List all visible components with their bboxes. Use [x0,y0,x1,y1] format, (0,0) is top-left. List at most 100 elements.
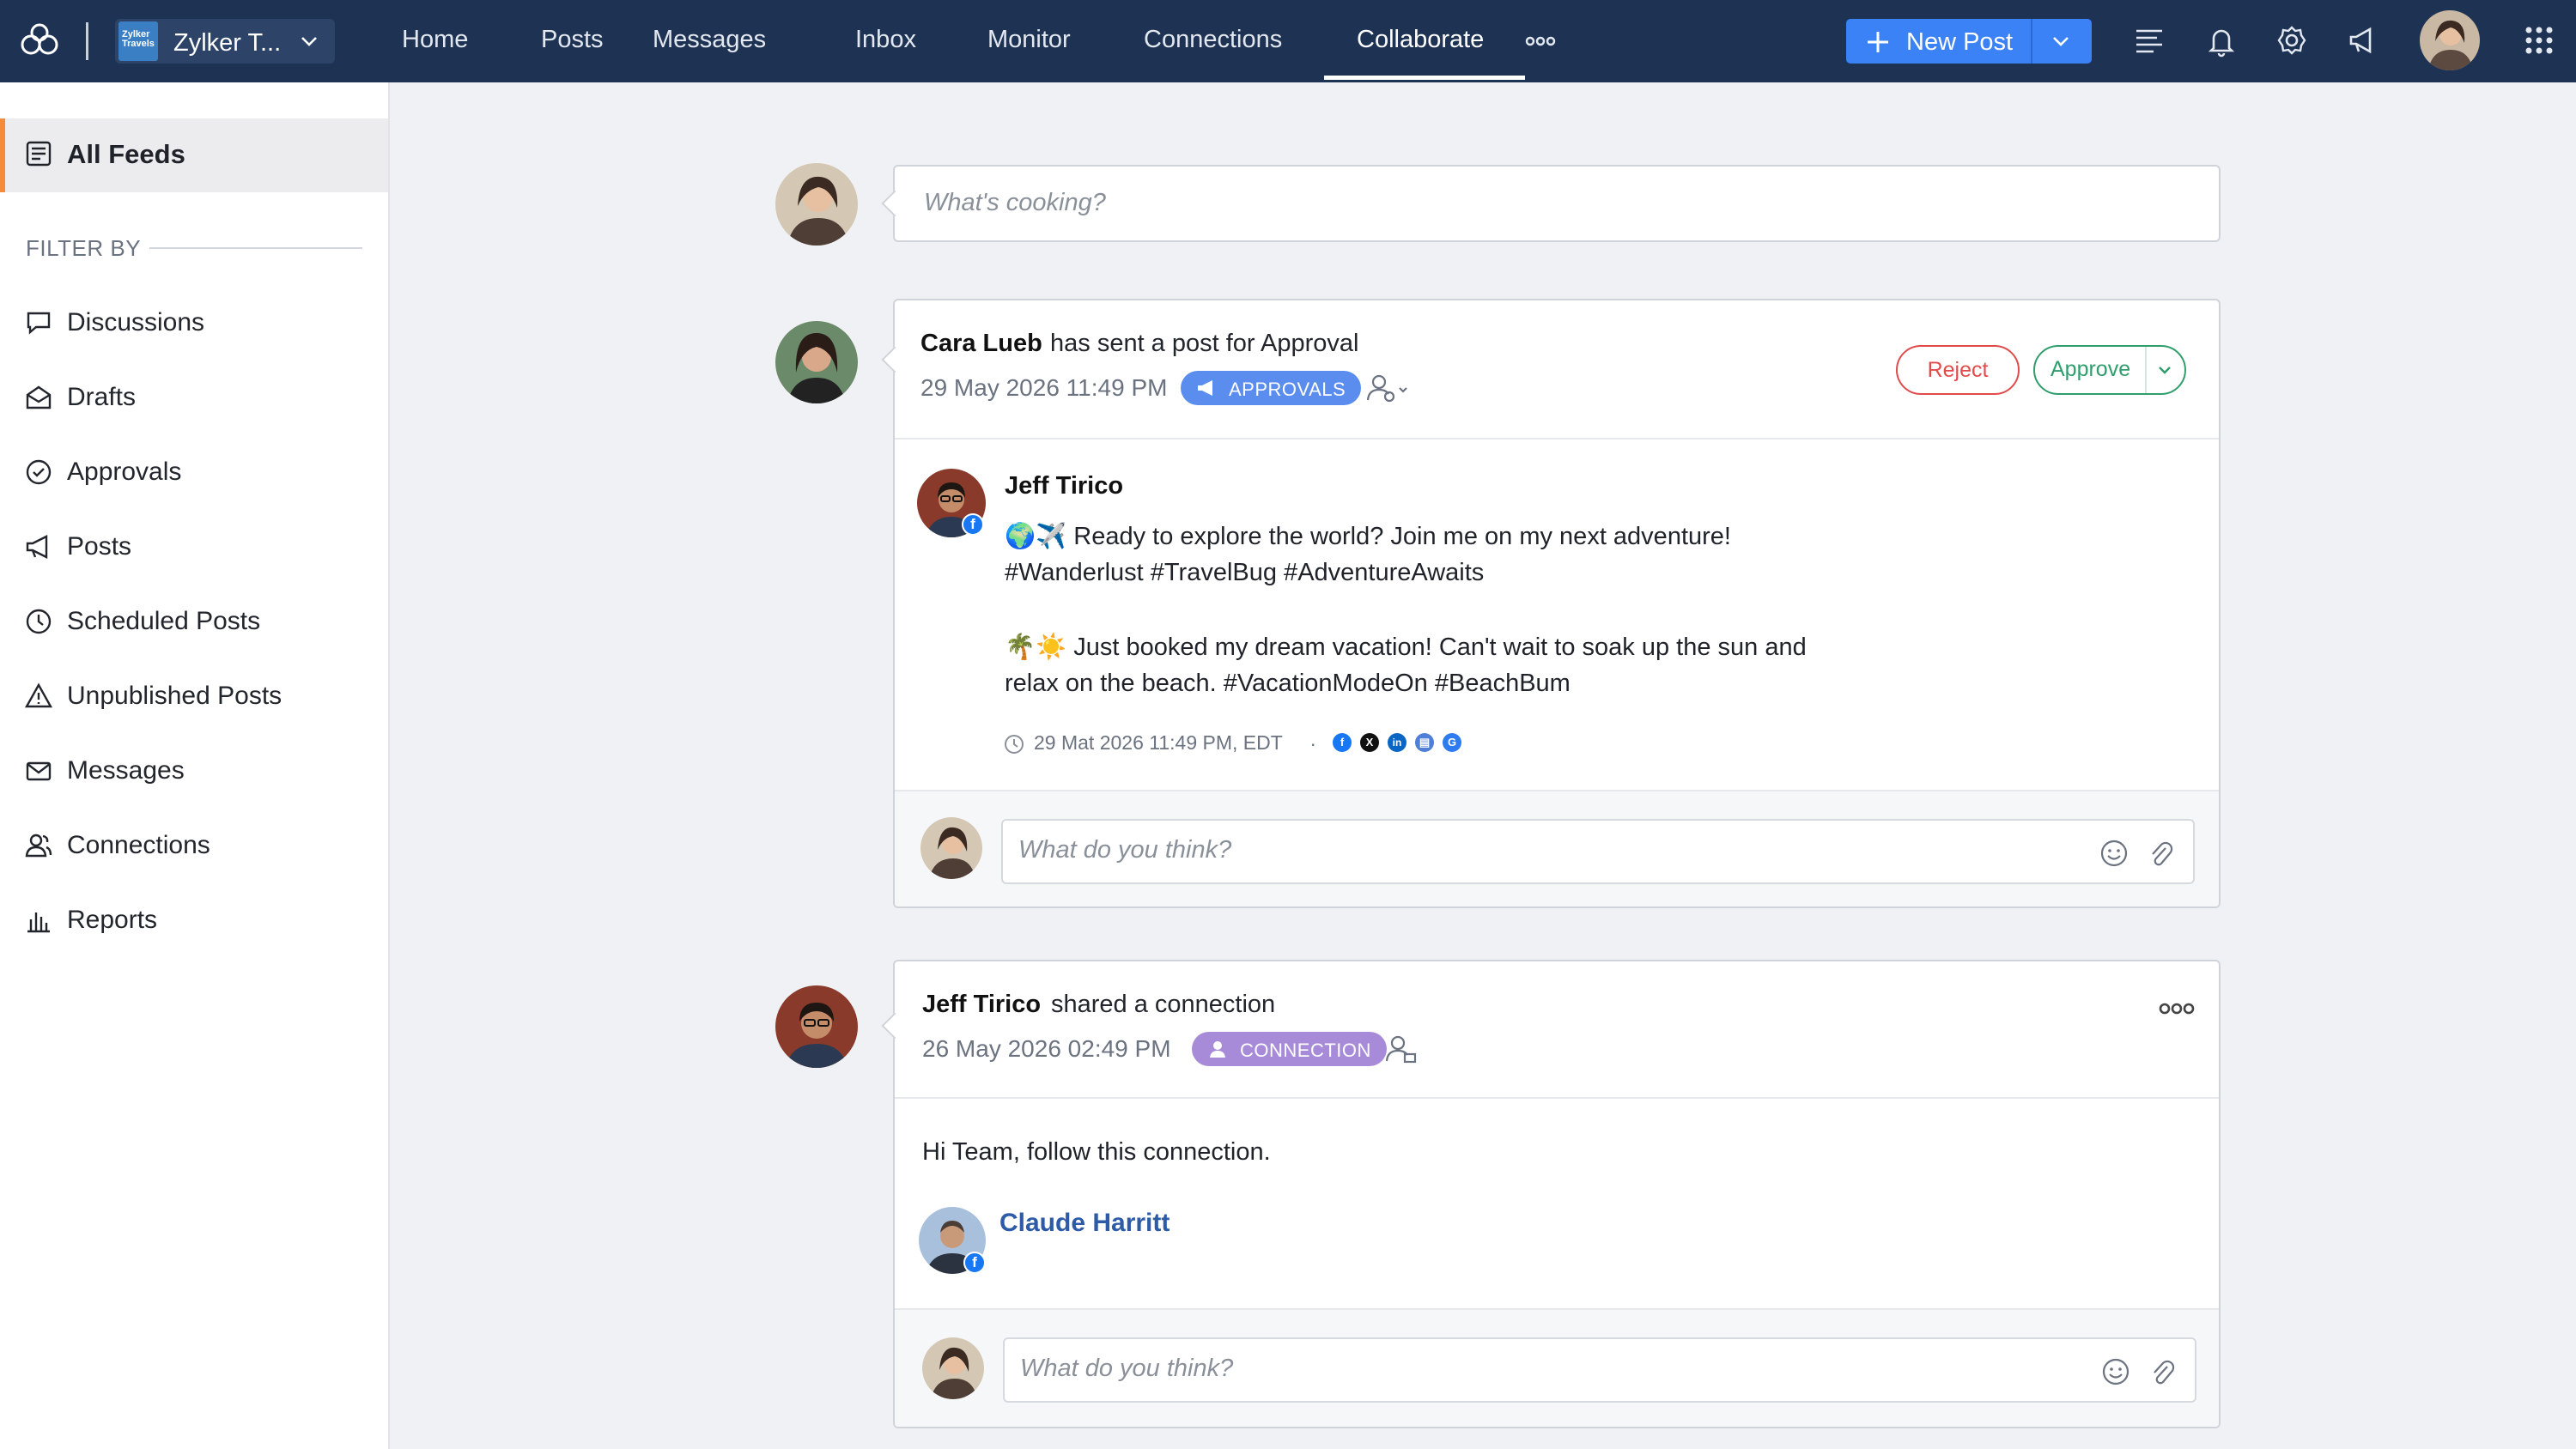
attachment-icon[interactable] [2145,838,2176,869]
bar-chart-icon [27,912,50,933]
approve-button[interactable]: Approve [2033,345,2186,395]
reject-button[interactable]: Reject [1896,345,2020,395]
meta-separator: . [1310,728,1316,750]
nav-inbox[interactable]: Inbox [855,26,916,54]
sidebar-item-label: Unpublished Posts [67,682,283,710]
author-avatar[interactable] [775,985,858,1068]
sidebar-item-approvals[interactable]: Approvals [0,445,388,496]
tag-label: CONNECTION [1240,1040,1371,1061]
new-post-button[interactable]: New Post [1846,19,2092,64]
sidebar-item-discussions[interactable]: Discussions [0,295,388,347]
comment-input[interactable]: What do you think? [1003,1337,2196,1403]
user-avatar-image [2420,10,2480,70]
author-avatar[interactable] [775,321,858,403]
envelope-icon [26,761,52,781]
nav-connections[interactable]: Connections [1144,26,1282,54]
post-text-line: #Wanderlust #TravelBug #AdventureAwaits [1005,559,1485,586]
author-name[interactable]: Jeff Tirico [922,991,1041,1019]
google-icon: G [1443,733,1461,752]
megaphone-icon [26,535,48,559]
active-tab-indicator [1324,76,1525,80]
facebook-badge-icon: f [962,513,984,536]
nav-monitor[interactable]: Monitor [987,26,1071,54]
comment-section: What do you think? [895,790,2219,906]
author-avatar-image [775,321,858,403]
more-options-icon[interactable] [2157,999,2196,1018]
author-avatar-image [775,985,858,1068]
bell-icon[interactable] [2203,22,2239,58]
card-divider [895,1097,2219,1099]
new-post-divider [2031,19,2032,64]
connection-tag: CONNECTION [1192,1032,1387,1066]
compose-placeholder: What's cooking? [924,189,1106,216]
sidebar-item-label: Reports [67,906,158,934]
more-nav-icon[interactable] [1523,33,1558,50]
connection-card: Jeff Tirico shared a connection 26 May 2… [893,960,2221,1428]
sidebar-item-connections[interactable]: Connections [0,818,388,870]
activity-text: shared a connection [1051,991,1276,1018]
commenter-avatar [922,1337,984,1399]
sidebar-item-unpublished-posts[interactable]: Unpublished Posts [0,669,388,720]
feed-icon [26,141,52,167]
post-text-line: 🌍✈️ Ready to explore the world? Join me … [1005,523,1731,550]
post-author-name[interactable]: Jeff Tirico [1005,472,1123,500]
user-avatar[interactable] [2420,10,2480,70]
drafts-icon [26,385,52,409]
commenter-avatar-image [922,1337,984,1399]
connection-name-link[interactable]: Claude Harritt [999,1209,1170,1238]
filter-by-heading: FILTER BY [26,235,142,261]
sidebar-item-label: All Feeds [67,139,185,169]
sidebar-item-label: Messages [67,756,185,785]
check-circle-icon [26,459,52,485]
x-icon: X [1360,733,1379,752]
post-text-line: relax on the beach. #VacationModeOn #Bea… [1005,670,1571,697]
emoji-icon[interactable] [2100,1356,2131,1387]
post-timestamp: 29 May 2026 11:49 PM [920,374,1168,401]
sidebar-item-scheduled-posts[interactable]: Scheduled Posts [0,594,388,646]
author-name[interactable]: Cara Lueb [920,330,1042,358]
compose-post-box[interactable]: What's cooking? [893,165,2221,242]
people-icon [25,834,52,858]
people-icon[interactable] [1384,1034,1419,1064]
current-user-avatar[interactable] [775,163,858,246]
nav-home[interactable]: Home [402,26,468,54]
sidebar-item-label: Scheduled Posts [67,607,261,635]
sidebar-item-reports[interactable]: Reports [0,893,388,944]
sidebar-item-messages[interactable]: Messages [0,743,388,795]
tag-label: APPROVALS [1229,379,1346,400]
attachment-icon[interactable] [2147,1356,2178,1387]
approvals-tag: APPROVALS [1181,371,1362,405]
person-icon [1210,1041,1225,1058]
app-logo-icon[interactable] [17,19,62,64]
comment-input[interactable]: What do you think? [1001,819,2195,884]
brand-switcher[interactable]: Zylker Travels Zylker T... [115,19,335,64]
sidebar-item-all-feeds[interactable]: All Feeds [0,118,388,192]
chevron-down-icon[interactable] [2154,359,2176,381]
emoji-icon[interactable] [2099,838,2129,869]
nav-posts[interactable]: Posts [541,26,604,54]
list-menu-icon[interactable] [2131,22,2167,58]
nav-collaborate[interactable]: Collaborate [1357,26,1484,54]
google-business-icon: ▤ [1415,733,1434,752]
assignee-dropdown-icon[interactable] [1365,373,1410,403]
sidebar-item-label: Connections [67,831,210,859]
reject-label: Reject [1927,358,1989,382]
linkedin-icon: in [1388,733,1406,752]
sidebar-item-drafts[interactable]: Drafts [0,370,388,421]
gear-icon[interactable] [2274,22,2310,58]
commenter-avatar [920,817,982,879]
nav-messages[interactable]: Messages [653,26,766,54]
sidebar-item-label: Discussions [67,308,205,336]
approve-divider [2145,347,2147,393]
approve-label: Approve [2050,357,2131,381]
sidebar-item-posts[interactable]: Posts [0,519,388,571]
sidebar-item-label: Drafts [67,383,137,411]
sidebar-item-label: Posts [67,532,132,561]
app-grid-icon[interactable] [2523,24,2555,57]
post-text-line: 🌴☀️ Just booked my dream vacation! Can't… [1005,634,1807,661]
megaphone-icon [1198,380,1212,396]
facebook-badge-icon: f [963,1252,986,1274]
announcement-icon[interactable] [2344,22,2380,58]
chevron-down-icon[interactable] [2049,29,2073,53]
brand-name: Zylker T... [173,29,282,57]
